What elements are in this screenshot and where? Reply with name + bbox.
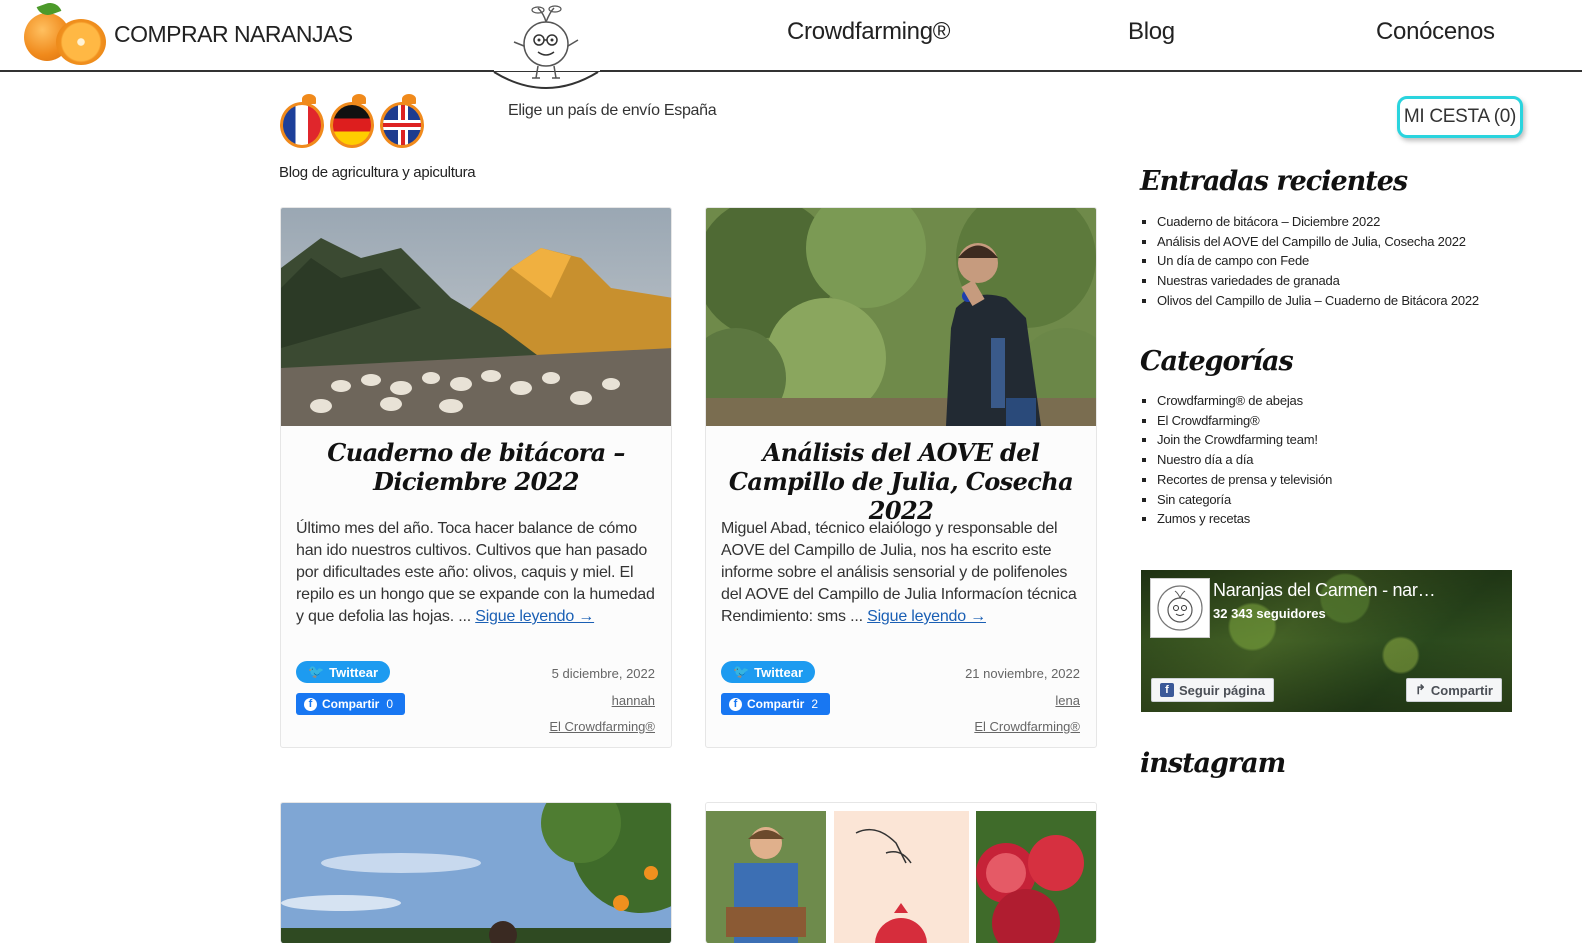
facebook-followers-count: 32 343 seguidores — [1213, 606, 1326, 621]
list-item: Análisis del AOVE del Campillo de Julia,… — [1157, 232, 1479, 252]
facebook-share-button[interactable]: f Compartir 0 — [296, 693, 405, 715]
nav-crowdfarming[interactable]: Crowdfarming® — [787, 18, 950, 46]
tweet-label: Twittear — [329, 664, 379, 680]
nav-blog[interactable]: Blog — [1128, 18, 1175, 46]
post-category-link[interactable]: El Crowdfarming® — [549, 719, 655, 734]
site-tagline: Blog de agricultura y apicultura — [279, 164, 476, 181]
facebook-icon: f — [304, 697, 317, 711]
list-item: El Crowdfarming® — [1157, 411, 1332, 431]
recent-post-link[interactable]: Análisis del AOVE del Campillo de Julia,… — [1157, 234, 1466, 249]
tweet-label: Twittear — [754, 664, 804, 680]
list-item: Nuestro día a día — [1157, 450, 1332, 470]
list-item: Sin categoría — [1157, 490, 1332, 510]
uk-flag-icon[interactable] — [380, 94, 424, 150]
post-thumbnail-pomegranate-collage-image[interactable] — [706, 803, 1096, 943]
post-card — [280, 802, 672, 943]
instagram-heading: instagram — [1140, 748, 1286, 779]
oranges-logo-icon — [20, 0, 108, 65]
list-item: Cuaderno de bitácora – Diciembre 2022 — [1157, 212, 1479, 232]
post-date: 5 diciembre, 2022 — [551, 666, 655, 681]
facebook-icon: f — [1160, 683, 1174, 697]
nav-conocenos[interactable]: Conócenos — [1376, 18, 1495, 46]
read-more-link[interactable]: Sigue leyendo → — [867, 608, 986, 625]
post-title[interactable]: Cuaderno de bitácora – Diciembre 2022 — [281, 426, 671, 518]
buy-oranges-label: COMPRAR NARANJAS — [114, 20, 353, 47]
recent-post-link[interactable]: Nuestras variedades de granada — [1157, 273, 1340, 288]
tweet-button[interactable]: 🐦 Twittear — [296, 661, 390, 683]
categories-list: Crowdfarming® de abejas El Crowdfarming®… — [1157, 391, 1332, 529]
facebook-page-name[interactable]: Naranjas del Carmen - nar… — [1213, 580, 1436, 601]
cart-button[interactable]: MI CESTA (0) — [1397, 96, 1523, 138]
list-item: Zumos y recetas — [1157, 509, 1332, 529]
share-label: Compartir — [322, 697, 380, 711]
list-item: Crowdfarming® de abejas — [1157, 391, 1332, 411]
language-selector — [280, 94, 424, 150]
category-link[interactable]: El Crowdfarming® — [1157, 413, 1260, 428]
post-thumbnail-orange-tree-image[interactable] — [281, 803, 671, 943]
facebook-widget-share-button[interactable]: ↱ Compartir — [1405, 678, 1502, 702]
facebook-share-button[interactable]: f Compartir 2 — [721, 693, 830, 715]
categories-heading: Categorías — [1140, 346, 1294, 377]
twitter-bird-icon: 🐦 — [307, 664, 325, 679]
post-date: 21 noviembre, 2022 — [965, 666, 1080, 681]
recent-post-link[interactable]: Cuaderno de bitácora – Diciembre 2022 — [1157, 214, 1380, 229]
buy-oranges-link[interactable]: COMPRAR NARANJAS — [20, 0, 353, 66]
post-thumbnail-sheep-image[interactable] — [281, 208, 671, 426]
category-link[interactable]: Recortes de prensa y televisión — [1157, 472, 1332, 487]
read-more-link[interactable]: Sigue leyendo → — [475, 608, 594, 625]
france-flag-icon[interactable] — [280, 94, 324, 150]
germany-flag-icon[interactable] — [330, 94, 374, 150]
follow-page-label: Seguir página — [1179, 682, 1265, 698]
post-author-link[interactable]: hannah — [612, 693, 655, 708]
category-link[interactable]: Nuestro día a día — [1157, 452, 1254, 467]
post-thumbnail-olive-grove-image[interactable] — [706, 208, 1096, 426]
facebook-icon: f — [729, 697, 742, 711]
shipping-country-selector[interactable]: Elige un país de envío España — [508, 102, 717, 120]
share-count: 2 — [811, 697, 819, 711]
post-author-link[interactable]: lena — [1055, 693, 1080, 708]
recent-post-link[interactable]: Olivos del Campillo de Julia – Cuaderno … — [1157, 293, 1479, 308]
recent-posts-list: Cuaderno de bitácora – Diciembre 2022 An… — [1157, 212, 1479, 311]
facebook-page-widget[interactable]: Naranjas del Carmen - nar… 32 343 seguid… — [1141, 570, 1512, 712]
post-card — [705, 802, 1097, 943]
post-card: Análisis del AOVE del Campillo de Julia,… — [705, 207, 1097, 748]
facebook-page-avatar[interactable] — [1150, 578, 1210, 638]
list-item: Recortes de prensa y televisión — [1157, 470, 1332, 490]
twitter-bird-icon: 🐦 — [732, 664, 750, 679]
share-count: 0 — [386, 697, 394, 711]
post-card: Cuaderno de bitácora – Diciembre 2022 Úl… — [280, 207, 672, 748]
category-link[interactable]: Crowdfarming® de abejas — [1157, 393, 1303, 408]
list-item: Olivos del Campillo de Julia – Cuaderno … — [1157, 291, 1479, 311]
recent-post-link[interactable]: Un día de campo con Fede — [1157, 253, 1309, 268]
post-category-link[interactable]: El Crowdfarming® — [974, 719, 1080, 734]
share-arrow-icon: ↱ — [1414, 682, 1426, 697]
tweet-button[interactable]: 🐦 Twittear — [721, 661, 815, 683]
top-navigation-bar: COMPRAR NARANJAS Crowdfarming® Blog Conó… — [0, 0, 1582, 72]
list-item: Un día de campo con Fede — [1157, 251, 1479, 271]
follow-page-button[interactable]: f Seguir página — [1151, 678, 1274, 702]
post-excerpt: Último mes del año. Toca hacer balance d… — [281, 518, 671, 646]
category-link[interactable]: Sin categoría — [1157, 492, 1231, 507]
list-item: Nuestras variedades de granada — [1157, 271, 1479, 291]
category-link[interactable]: Zumos y recetas — [1157, 511, 1250, 526]
category-link[interactable]: Join the Crowdfarming team! — [1157, 432, 1318, 447]
post-excerpt: Miguel Abad, técnico elaiólogo y respons… — [706, 518, 1096, 646]
widget-share-label: Compartir — [1430, 682, 1493, 698]
list-item: Join the Crowdfarming team! — [1157, 430, 1332, 450]
post-title[interactable]: Análisis del AOVE del Campillo de Julia,… — [706, 426, 1096, 525]
recent-posts-heading: Entradas recientes — [1140, 166, 1408, 197]
mascot-logo-icon[interactable] — [492, 0, 600, 90]
share-label: Compartir — [747, 697, 805, 711]
